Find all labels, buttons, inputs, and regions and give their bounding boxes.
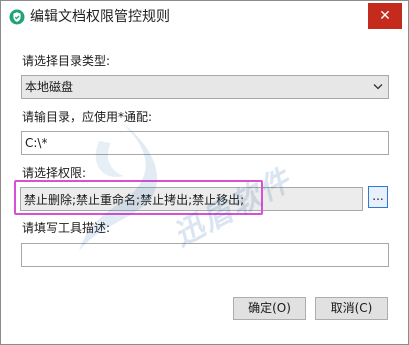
close-button[interactable]: ✕	[368, 3, 402, 29]
chevron-down-icon	[373, 84, 383, 90]
close-icon: ✕	[379, 8, 391, 24]
directory-label: 请输目录，应使用*通配:	[22, 110, 153, 124]
browse-permissions-button[interactable]: ...	[368, 186, 388, 208]
title-bar: 编辑文档权限管控规则 ✕	[1, 1, 408, 33]
directory-type-select[interactable]: 本地磁盘	[21, 75, 389, 99]
permission-highlight-frame	[14, 180, 263, 215]
rule-dialog: 编辑文档权限管控规则 ✕ 请选择目录类型: 本地磁盘 请输目录，应使用*通配: …	[0, 0, 409, 345]
ok-button[interactable]: 确定(O)	[233, 297, 306, 320]
directory-type-label: 请选择目录类型:	[22, 54, 111, 68]
directory-input-value: C:\*	[25, 136, 48, 150]
app-shield-icon	[9, 9, 25, 25]
directory-input[interactable]: C:\*	[21, 131, 389, 155]
description-input[interactable]	[21, 243, 389, 267]
directory-type-value: 本地磁盘	[25, 80, 74, 94]
description-label: 请填写工具描述:	[22, 221, 111, 235]
permission-label: 请选择权限:	[22, 166, 87, 180]
cancel-button[interactable]: 取消(C)	[315, 297, 388, 320]
window-title: 编辑文档权限管控规则	[30, 9, 170, 25]
